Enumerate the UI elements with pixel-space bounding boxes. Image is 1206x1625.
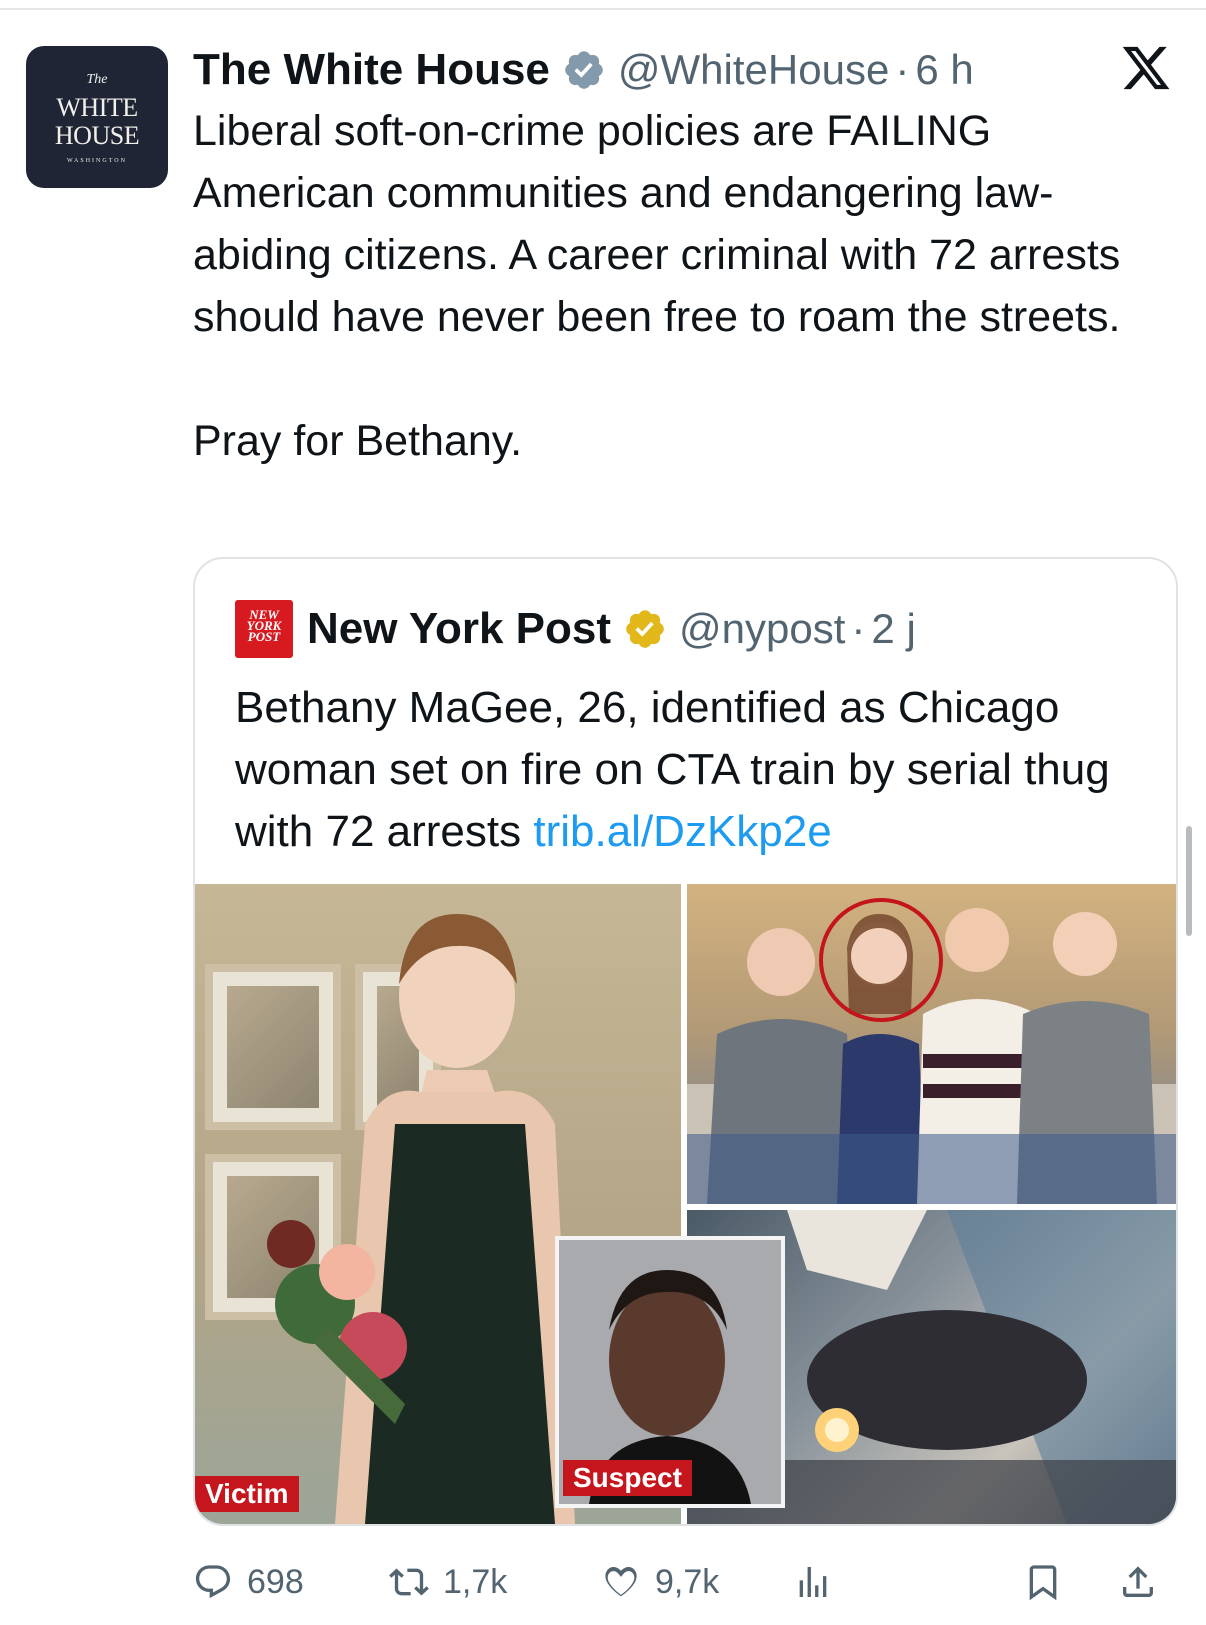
tweet-paragraph-2: Pray for Bethany.: [193, 417, 523, 465]
quoted-tweet-card[interactable]: NEW YORK POST New York Post @nypost · 2 …: [193, 557, 1178, 1526]
quoted-author-handle[interactable]: @nypost: [679, 605, 845, 653]
quoted-tweet-header: NEW YORK POST New York Post @nypost · 2 …: [235, 599, 916, 659]
scrollbar[interactable]: [1186, 826, 1192, 936]
white-house-avatar[interactable]: The WHITE HOUSE WASHINGTON: [26, 46, 168, 188]
x-logo-icon[interactable]: [1120, 42, 1172, 94]
top-divider: [0, 8, 1206, 10]
nypost-avatar[interactable]: NEW YORK POST: [235, 600, 293, 658]
suspect-label: Suspect: [563, 1460, 692, 1496]
views-icon: [799, 1567, 827, 1597]
reply-count: 698: [247, 1562, 304, 1601]
like-count: 9,7k: [655, 1562, 720, 1601]
victim-label: Victim: [195, 1476, 299, 1512]
tweet-text: Liberal soft-on-crime policies are FAILI…: [193, 100, 1173, 472]
tweet-header: The White House @WhiteHouse · 6 h: [193, 40, 974, 100]
author-handle[interactable]: @WhiteHouse: [618, 46, 889, 94]
separator-dot: ·: [895, 46, 910, 93]
tweet-action-bar: 698 1,7k 9,7k: [193, 1552, 1173, 1612]
bookmark-icon: [1029, 1565, 1057, 1601]
quoted-tweet-media[interactable]: Victim Suspect: [195, 884, 1176, 1524]
avatar-text-white: WHITE: [56, 93, 138, 122]
like-button[interactable]: 9,7k: [601, 1552, 719, 1612]
suspect-mugshot[interactable]: Suspect: [555, 1236, 785, 1508]
family-photo[interactable]: [687, 884, 1176, 1204]
highlight-circle: [819, 898, 943, 1022]
avatar-text-house: HOUSE: [54, 121, 140, 150]
share-button[interactable]: [1118, 1552, 1172, 1612]
bookmark-button[interactable]: [1023, 1552, 1077, 1612]
like-icon: [605, 1567, 637, 1597]
reply-button[interactable]: 698: [193, 1552, 304, 1612]
repost-count: 1,7k: [443, 1562, 508, 1601]
nypost-logo-line3: POST: [247, 629, 281, 644]
quoted-author-name[interactable]: New York Post: [307, 604, 611, 654]
views-button[interactable]: [793, 1552, 847, 1612]
quoted-separator-dot: ·: [851, 605, 866, 652]
quoted-tweet-text: Bethany MaGee, 26, identified as Chicago…: [235, 677, 1145, 863]
tweet-time[interactable]: 6 h: [915, 46, 973, 94]
share-icon: [1123, 1566, 1153, 1597]
tweet-paragraph-1: Liberal soft-on-crime policies are FAILI…: [193, 107, 1121, 341]
verified-gold-badge-icon: [626, 610, 664, 648]
repost-icon: [389, 1568, 429, 1596]
repost-button[interactable]: 1,7k: [389, 1552, 507, 1612]
avatar-text-washington: WASHINGTON: [67, 158, 127, 164]
author-name[interactable]: The White House: [193, 45, 550, 95]
avatar-text-the: The: [86, 72, 108, 87]
quoted-tweet-time[interactable]: 2 j: [871, 605, 915, 653]
reply-icon: [195, 1565, 231, 1599]
verified-badge-icon: [565, 51, 603, 89]
article-link[interactable]: trib.al/DzKkp2e: [533, 807, 831, 856]
